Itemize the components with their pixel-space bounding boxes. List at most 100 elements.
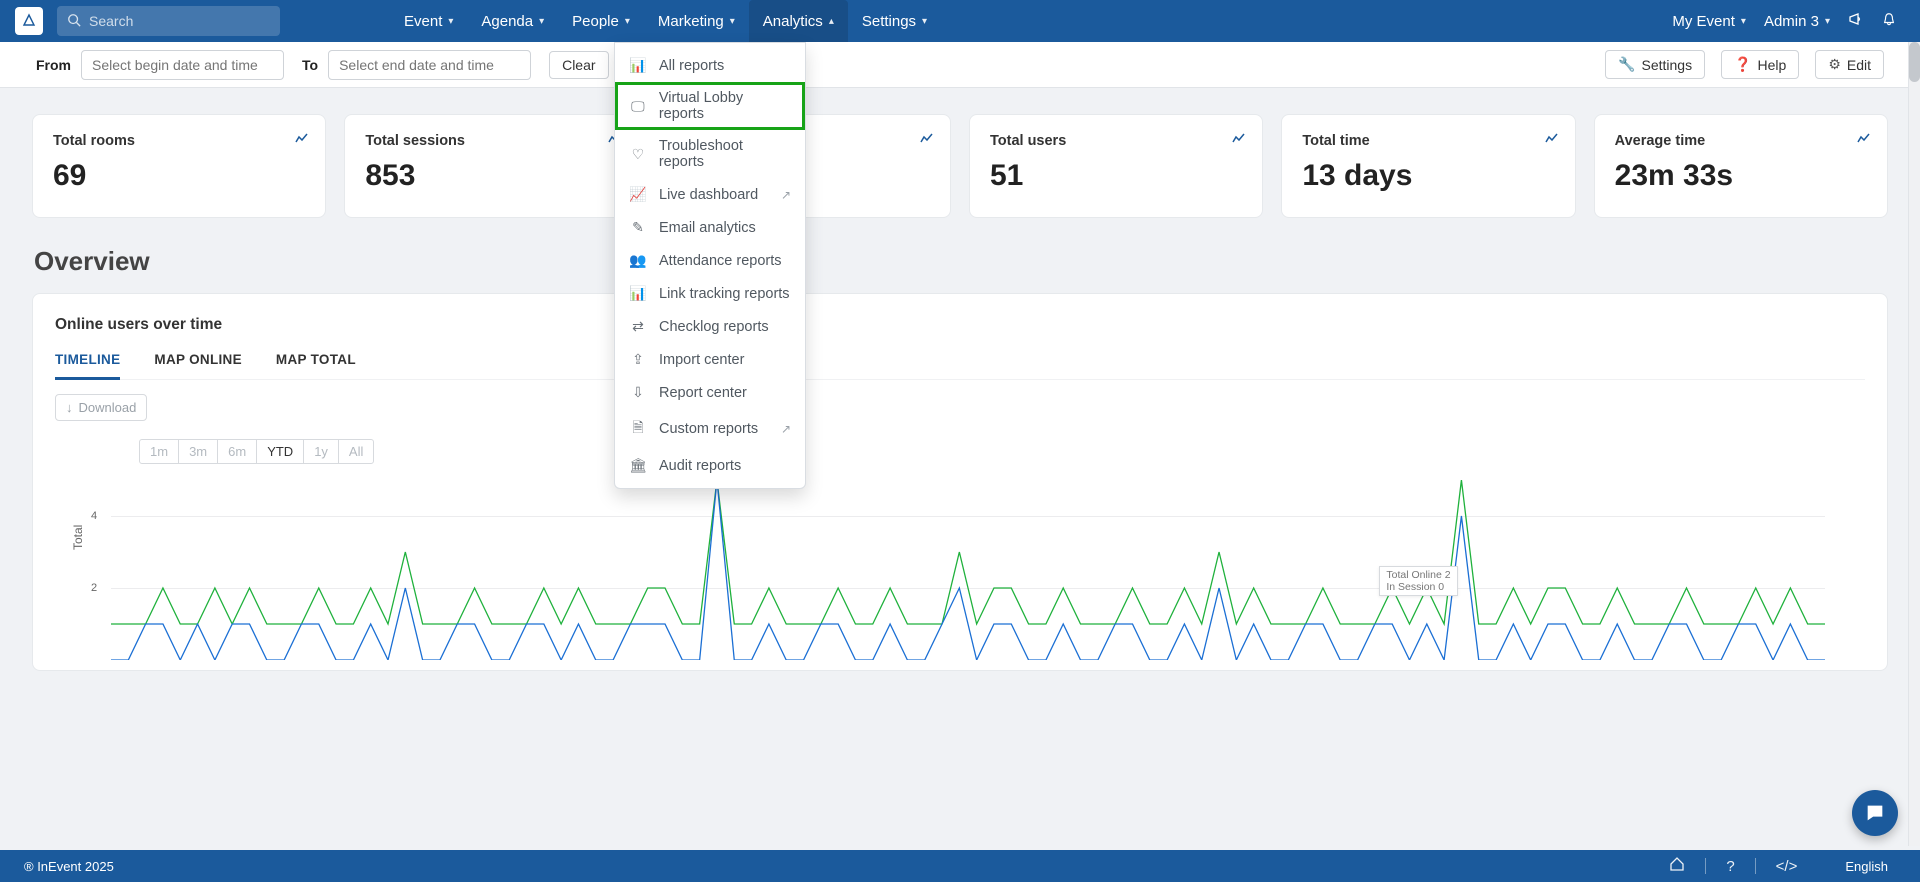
chart-icon[interactable] xyxy=(1232,131,1246,147)
range-all[interactable]: All xyxy=(338,439,374,464)
search-box[interactable] xyxy=(57,6,280,36)
dropdown-item[interactable]: 👥Attendance reports xyxy=(615,244,805,277)
chart-icon[interactable] xyxy=(1857,131,1871,147)
chart-icon[interactable] xyxy=(920,131,934,147)
download-button[interactable]: ↓ Download xyxy=(55,394,147,421)
to-label: To xyxy=(302,57,318,73)
search-input[interactable] xyxy=(89,13,270,29)
question-icon[interactable]: ? xyxy=(1726,858,1734,875)
dropdown-item[interactable]: 🏛 Audit reports xyxy=(615,449,805,482)
language-selector[interactable]: English xyxy=(1845,859,1888,874)
dropdown-item[interactable]: 🖵Virtual Lobby reports xyxy=(615,82,805,130)
dropdown-item[interactable]: 📈Live dashboard↗ xyxy=(615,178,805,211)
chart-y-axis-label: Total xyxy=(71,525,85,550)
dropdown-label: Live dashboard xyxy=(659,187,758,203)
nav-analytics[interactable]: Analytics▴ xyxy=(749,0,848,42)
range-1m[interactable]: 1m xyxy=(139,439,179,464)
stat-card: Total rooms 69 xyxy=(32,114,326,218)
dropdown-label: Import center xyxy=(659,352,744,368)
archive-icon: 🏛 xyxy=(629,457,647,474)
section-title: Overview xyxy=(34,246,1888,277)
dropdown-item[interactable]: 📊Link tracking reports xyxy=(615,277,805,310)
card-label: Total sessions xyxy=(365,133,617,149)
chat-button[interactable] xyxy=(1852,790,1898,836)
dropdown-item[interactable]: ⇩Report center xyxy=(615,376,805,409)
heart-pulse-icon: ♡ xyxy=(629,146,647,163)
from-label: From xyxy=(36,57,71,73)
chevron-down-icon: ▾ xyxy=(539,16,544,27)
range-6m[interactable]: 6m xyxy=(217,439,257,464)
dropdown-label: Audit reports xyxy=(659,458,741,474)
chevron-down-icon: ▾ xyxy=(448,16,453,27)
scrollbar[interactable] xyxy=(1908,42,1920,846)
brand-logo[interactable] xyxy=(15,7,43,35)
date-toolbar: From To Clear 🔧Settings ❓Help ⚙Edit xyxy=(0,42,1920,88)
scrollbar-thumb[interactable] xyxy=(1909,42,1920,82)
series-in-session xyxy=(111,480,1825,660)
main-menu: Event▾Agenda▾People▾Marketing▾Analytics▴… xyxy=(390,0,941,42)
range-3m[interactable]: 3m xyxy=(178,439,218,464)
card-value: 51 xyxy=(990,159,1242,193)
range-ytd[interactable]: YTD xyxy=(256,439,304,464)
dropdown-item[interactable]: ♡Troubleshoot reports xyxy=(615,130,805,178)
dropdown-label: Checklog reports xyxy=(659,319,769,335)
dropdown-item[interactable]: 🗎Custom reports↗ xyxy=(615,409,805,449)
stat-card: Average time23m 33s xyxy=(1594,114,1888,218)
timeline-chart: Total 24 Total Online 2 In Session 0 xyxy=(111,480,1825,660)
range-1y[interactable]: 1y xyxy=(303,439,339,464)
code-icon[interactable]: </> xyxy=(1776,858,1798,875)
panel-tabs: TIMELINE MAP ONLINE MAP TOTAL xyxy=(55,352,1865,380)
chart-icon[interactable] xyxy=(295,131,309,147)
dropdown-item[interactable]: 📊 All reports xyxy=(615,49,805,82)
copyright: ® InEvent 2025 xyxy=(24,859,114,874)
end-date-input[interactable] xyxy=(328,50,531,80)
nav-agenda[interactable]: Agenda▾ xyxy=(467,0,558,42)
swap-icon: ⇄ xyxy=(629,318,647,335)
file-icon: 🗎 xyxy=(629,417,647,441)
dropdown-item[interactable]: ✎Email analytics xyxy=(615,211,805,244)
range-selector: 1m3m6mYTD1yAll xyxy=(139,439,374,464)
y-tick: 2 xyxy=(91,582,97,594)
card-value: 69 xyxy=(53,159,305,193)
help-icon: ❓ xyxy=(1734,56,1751,73)
nav-people[interactable]: People▾ xyxy=(558,0,644,42)
nav-event[interactable]: Event▾ xyxy=(390,0,467,42)
footer-icons: ? </> English xyxy=(1669,856,1896,876)
edit-button[interactable]: ⚙Edit xyxy=(1815,50,1884,79)
user-menu[interactable]: Admin 3 ▾ xyxy=(1764,13,1830,30)
monitor-icon: 🖵 xyxy=(629,98,647,115)
external-link-icon: ↗ xyxy=(781,188,791,202)
help-button[interactable]: ❓Help xyxy=(1721,50,1799,79)
home-icon[interactable] xyxy=(1669,856,1685,876)
download-icon: ⇩ xyxy=(629,384,647,401)
upload-icon: ⇪ xyxy=(629,351,647,368)
card-value: 853 xyxy=(365,159,617,193)
series-total-online xyxy=(111,480,1825,624)
card-value: 23m 33s xyxy=(1615,159,1867,193)
bar-chart-icon: 📊 xyxy=(629,57,647,74)
event-switcher[interactable]: My Event ▾ xyxy=(1672,13,1746,30)
tooltip-line1: Total Online 2 xyxy=(1386,569,1450,581)
y-tick: 4 xyxy=(91,510,97,522)
nav-settings[interactable]: Settings▾ xyxy=(848,0,941,42)
stat-card: Total sessions 853 xyxy=(344,114,638,218)
begin-date-input[interactable] xyxy=(81,50,284,80)
settings-button[interactable]: 🔧Settings xyxy=(1605,50,1705,79)
card-label: Total rooms xyxy=(53,133,305,149)
clear-button[interactable]: Clear xyxy=(549,51,608,79)
tab-map-total[interactable]: MAP TOTAL xyxy=(276,352,356,379)
analytics-dropdown: 📊 All reports 🖵Virtual Lobby reports♡Troub… xyxy=(614,42,806,489)
tab-timeline[interactable]: TIMELINE xyxy=(55,352,120,380)
download-icon: ↓ xyxy=(66,400,73,415)
dropdown-item[interactable]: ⇄ Checklog reports xyxy=(615,310,805,343)
chat-icon xyxy=(1864,802,1886,824)
nav-marketing[interactable]: Marketing▾ xyxy=(644,0,749,42)
tab-map-online[interactable]: MAP ONLINE xyxy=(154,352,242,379)
megaphone-icon[interactable] xyxy=(1848,11,1864,32)
dropdown-item[interactable]: ⇪ Import center xyxy=(615,343,805,376)
event-name: My Event xyxy=(1672,13,1735,30)
chart-icon[interactable] xyxy=(1545,131,1559,147)
chart-tooltip: Total Online 2 In Session 0 xyxy=(1379,566,1457,596)
dropdown-label: All reports xyxy=(659,58,724,74)
bell-icon[interactable] xyxy=(1882,11,1896,32)
